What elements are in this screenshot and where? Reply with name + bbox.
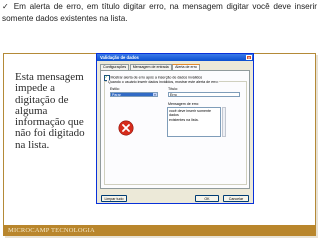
textarea-scrollbar[interactable] [222,107,226,137]
ok-button[interactable]: OK [195,195,219,202]
error-stop-icon [118,120,134,136]
error-message-textarea[interactable]: você deve inserir somente dados existent… [167,107,221,137]
style-select[interactable]: Parar ▼ [110,92,158,97]
footer-label: MICROCAMP TECNOLOGIA [8,227,95,234]
title-input-value: Erro [170,93,177,97]
title-field-label: Título: [168,87,178,91]
instruction-label: Em alerta de erro, em título digitar err… [2,2,317,23]
close-icon[interactable]: × [246,55,252,60]
clear-all-button[interactable]: Limpar tudo [101,195,127,202]
dialog-titlebar: Validação de dados × [97,54,253,61]
error-alert-panel: Mostrar alerta de erro após a inserção d… [100,70,250,189]
check-mark-icon: ✓ [2,2,11,11]
group-title: Quando o usuário inserir dados inválidos… [107,79,220,84]
style-label: Estilo: [110,87,120,91]
cancel-button[interactable]: Cancelar [223,195,249,202]
message-label: Mensagem de erro: [168,102,200,106]
data-validation-dialog: Validação de dados × Configurações Mensa… [96,53,254,204]
instruction-text: ✓ Em alerta de erro, em título digitar e… [2,1,317,24]
chevron-down-icon[interactable]: ▼ [153,93,157,96]
style-value: Parar [112,93,121,97]
side-note: Esta mensagem impede a digitação de algu… [15,71,85,151]
title-input[interactable]: Erro [168,92,240,97]
dialog-title: Validação de dados [100,55,139,60]
